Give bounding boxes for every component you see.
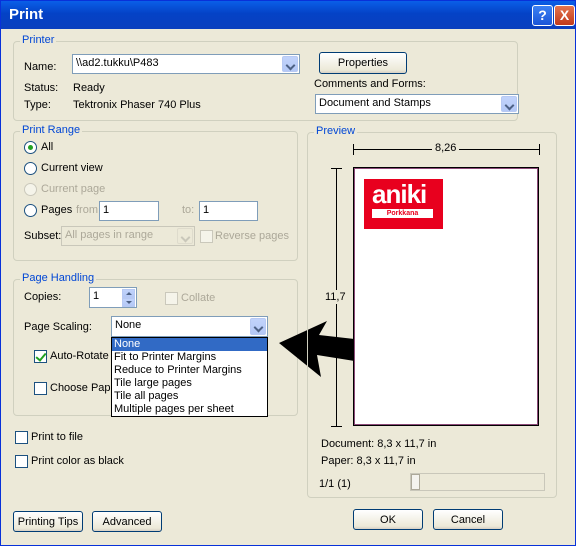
subset-value: All pages in range <box>65 229 154 241</box>
height-dimension-tick-bottom <box>331 426 342 427</box>
stepper-down-icon[interactable] <box>122 298 135 307</box>
preview-logo: aniki Porkkana <box>364 179 443 229</box>
print-dialog: Print ? X Printer Name: \\ad2.tukku\P483… <box>0 0 576 546</box>
page-scaling-dropdown-list[interactable]: None Fit to Printer Margins Reduce to Pr… <box>111 337 268 417</box>
window-title: Print <box>9 6 44 23</box>
logo-subtext: Porkkana <box>372 209 433 218</box>
reverse-pages-checkbox <box>200 230 213 243</box>
subset-select: All pages in range <box>61 226 195 246</box>
advanced-button[interactable]: Advanced <box>92 511 162 532</box>
from-label: from: <box>76 204 102 216</box>
print-color-black-checkbox[interactable] <box>15 455 28 468</box>
title-bar: Print ? X <box>1 1 575 29</box>
comments-forms-label: Comments and Forms: <box>314 78 426 90</box>
list-item[interactable]: Tile all pages <box>112 390 267 403</box>
collate-checkbox <box>165 292 178 305</box>
ok-button[interactable]: OK <box>353 509 423 530</box>
print-to-file-label[interactable]: Print to file <box>31 431 83 443</box>
radio-all-label[interactable]: All <box>41 141 53 153</box>
to-input[interactable]: 1 <box>199 201 258 221</box>
preview-group-label: Preview <box>314 125 358 137</box>
radio-current-view[interactable] <box>24 162 37 175</box>
print-range-group-label: Print Range <box>20 124 83 136</box>
radio-current-view-label[interactable]: Current view <box>41 162 103 174</box>
printing-tips-button[interactable]: Printing Tips <box>13 511 83 532</box>
document-size: Document: 8,3 x 11,7 in <box>321 438 437 450</box>
cancel-button[interactable]: Cancel <box>433 509 503 530</box>
width-dimension-tick-left <box>353 144 354 155</box>
copies-stepper[interactable] <box>122 289 135 307</box>
printer-status-label: Status: <box>24 82 59 94</box>
slider-thumb[interactable] <box>411 474 420 490</box>
radio-pages-label[interactable]: Pages <box>41 204 72 216</box>
printer-name-label: Name: <box>24 61 57 73</box>
comments-forms-value: Document and Stamps <box>319 97 431 109</box>
radio-all[interactable] <box>24 141 37 154</box>
list-item[interactable]: Reduce to Printer Margins <box>112 364 267 377</box>
height-dimension-tick-top <box>331 168 342 169</box>
page-handling-group-label: Page Handling <box>20 272 97 284</box>
chevron-down-icon <box>177 228 193 244</box>
chevron-down-icon[interactable] <box>282 56 298 72</box>
printer-name-value: \\ad2.tukku\P483 <box>76 57 159 69</box>
choose-paper-label[interactable]: Choose Pape <box>50 382 117 394</box>
copies-value: 1 <box>93 290 100 302</box>
paper-size: Paper: 8,3 x 11,7 in <box>321 455 416 467</box>
preview-page-slider[interactable] <box>410 473 545 491</box>
collate-label: Collate <box>181 292 216 304</box>
page-indicator: 1/1 (1) <box>319 478 351 490</box>
auto-rotate-label[interactable]: Auto-Rotate <box>50 350 109 362</box>
page-scaling-label: Page Scaling: <box>24 321 92 333</box>
radio-current-page-label: Current page <box>41 183 106 195</box>
printer-name-select[interactable]: \\ad2.tukku\P483 <box>72 54 300 74</box>
properties-button[interactable]: Properties <box>319 52 407 74</box>
radio-current-page <box>24 183 37 196</box>
from-input[interactable]: 1 <box>99 201 159 221</box>
page-scaling-select[interactable]: None <box>111 316 268 337</box>
chevron-down-icon[interactable] <box>250 318 266 335</box>
list-item[interactable]: None <box>112 338 267 351</box>
list-item[interactable]: Fit to Printer Margins <box>112 351 267 364</box>
choose-paper-checkbox[interactable] <box>34 382 47 395</box>
preview-page: aniki Porkkana <box>353 167 539 426</box>
chevron-down-icon[interactable] <box>501 96 517 112</box>
copies-input[interactable]: 1 <box>89 287 137 308</box>
printer-status-value: Ready <box>73 82 105 94</box>
help-button[interactable]: ? <box>532 5 553 26</box>
list-item[interactable]: Tile large pages <box>112 377 267 390</box>
list-item[interactable]: Multiple pages per sheet <box>112 403 267 416</box>
print-to-file-checkbox[interactable] <box>15 431 28 444</box>
reverse-pages-label: Reverse pages <box>215 230 289 242</box>
auto-rotate-checkbox[interactable] <box>34 350 47 363</box>
stepper-up-icon[interactable] <box>122 289 135 298</box>
printer-type-value: Tektronix Phaser 740 Plus <box>73 99 201 111</box>
printer-type-label: Type: <box>24 99 51 111</box>
print-color-black-label[interactable]: Print color as black <box>31 455 124 467</box>
radio-pages[interactable] <box>24 204 37 217</box>
page-scaling-value: None <box>115 319 142 331</box>
width-dimension-tick-right <box>539 144 540 155</box>
close-button[interactable]: X <box>554 5 575 26</box>
logo-text: aniki <box>372 179 427 209</box>
preview-width-label: 8,26 <box>432 142 460 154</box>
comments-forms-select[interactable]: Document and Stamps <box>315 94 519 114</box>
printer-group-label: Printer <box>20 34 57 46</box>
subset-label: Subset: <box>24 230 62 242</box>
preview-height-label: 11,7 <box>325 290 346 304</box>
copies-label: Copies: <box>24 291 62 303</box>
to-label: to: <box>182 204 195 216</box>
